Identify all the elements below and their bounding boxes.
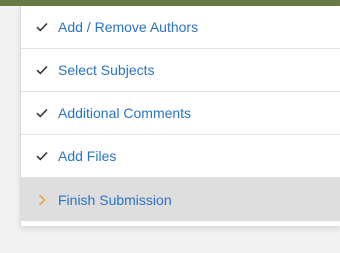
step-label: Select Subjects	[58, 62, 155, 78]
step-finish-submission[interactable]: Finish Submission	[21, 178, 340, 221]
step-additional-comments[interactable]: Additional Comments	[21, 92, 340, 135]
submission-steps-panel: Add / Remove Authors Select Subjects Add…	[20, 6, 340, 226]
step-label: Add / Remove Authors	[58, 19, 199, 35]
check-icon	[35, 62, 49, 78]
check-icon	[35, 148, 49, 164]
step-label: Finish Submission	[58, 191, 172, 208]
step-add-files[interactable]: Add Files	[21, 135, 340, 178]
step-add-remove-authors[interactable]: Add / Remove Authors	[21, 6, 340, 49]
check-icon	[35, 105, 49, 121]
step-label: Additional Comments	[58, 105, 192, 121]
check-icon	[35, 19, 49, 35]
step-label: Add Files	[58, 148, 117, 164]
chevron-right-icon	[35, 192, 49, 208]
step-select-subjects[interactable]: Select Subjects	[21, 49, 340, 92]
